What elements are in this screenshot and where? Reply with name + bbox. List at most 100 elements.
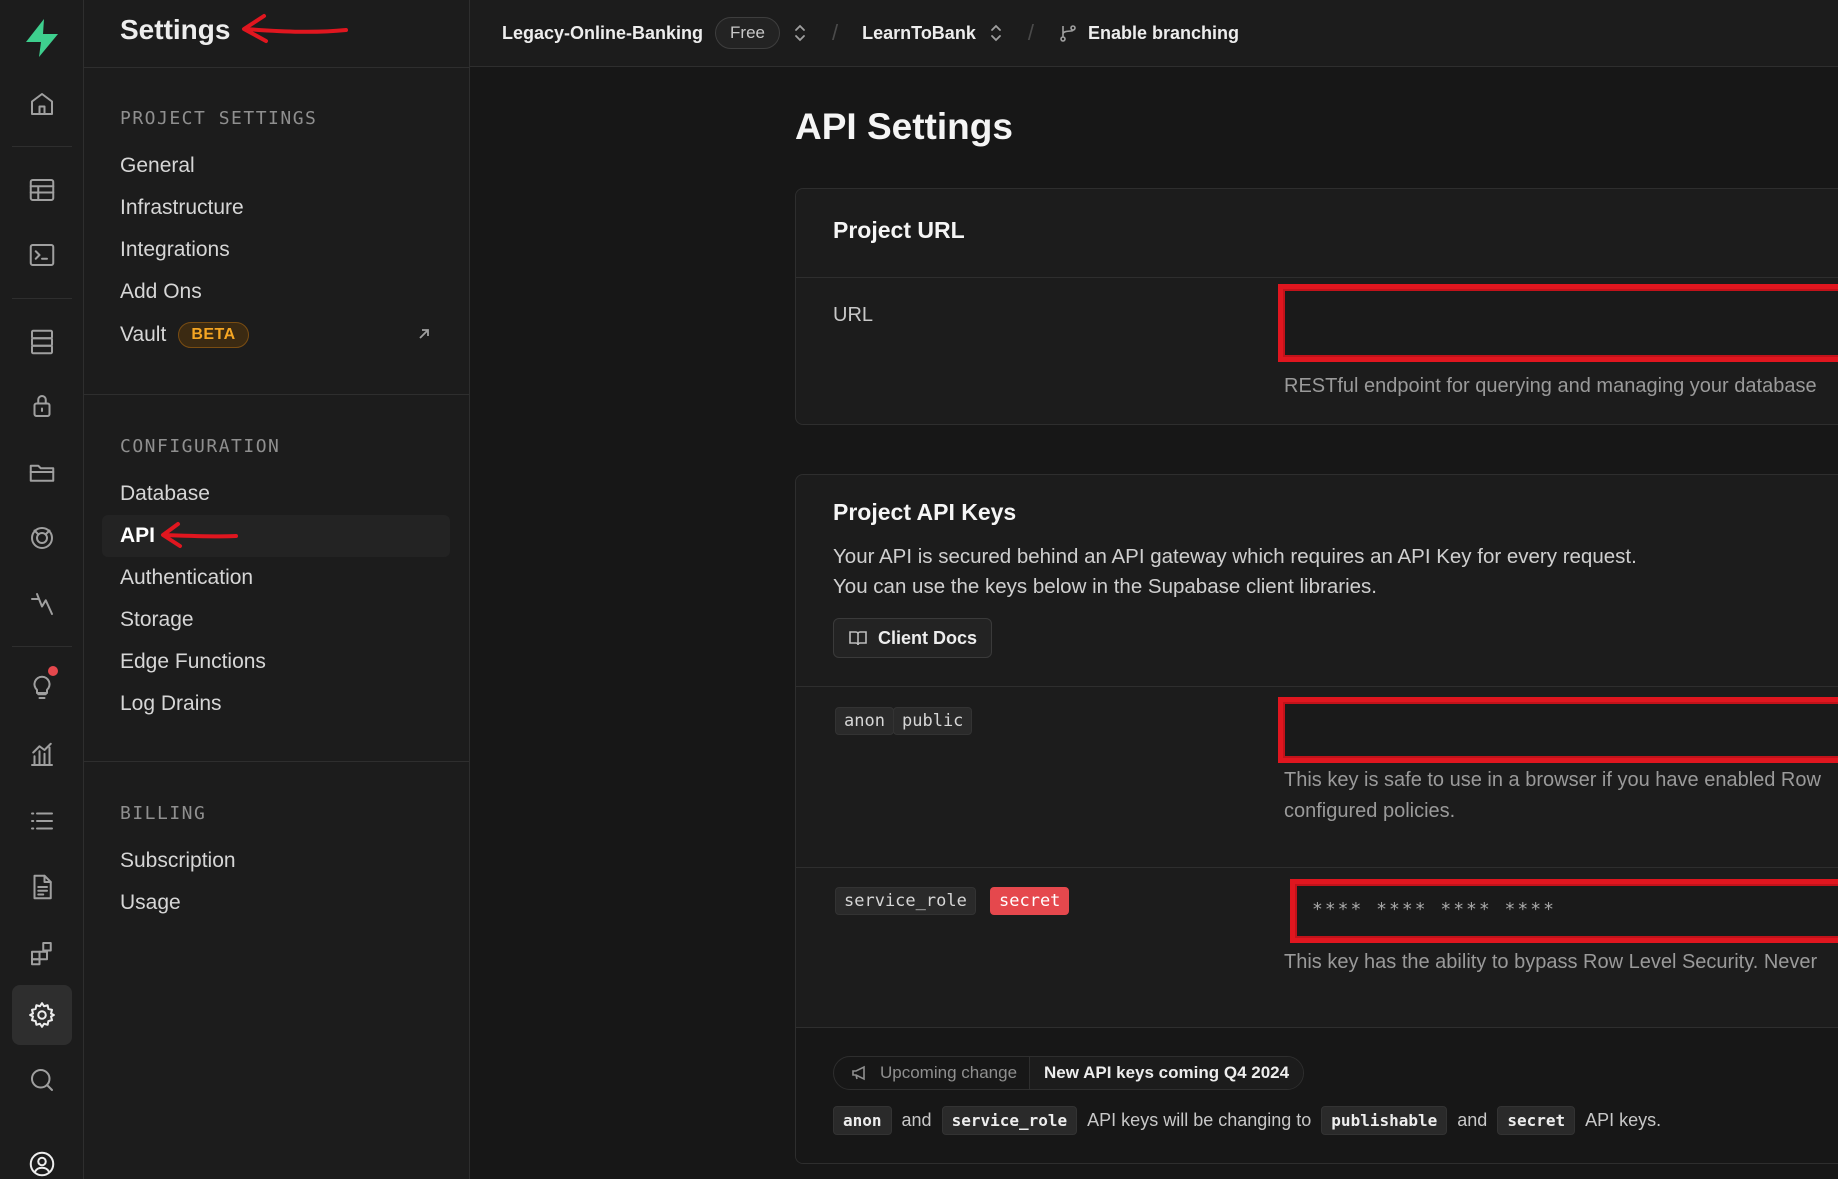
card-divider	[796, 867, 1838, 868]
plan-badge: Free	[715, 17, 781, 49]
url-help-text: RESTful endpoint for querying and managi…	[1284, 375, 1817, 397]
beta-badge: BETA	[178, 322, 249, 348]
table-editor-icon[interactable]	[12, 160, 72, 220]
sidebar-item-subscription[interactable]: Subscription	[102, 840, 450, 882]
sidebar-item-infrastructure[interactable]: Infrastructure	[102, 187, 450, 229]
enable-branching-label: Enable branching	[1087, 22, 1239, 43]
code-anon: anon	[833, 1106, 892, 1135]
sidebar-item-general[interactable]: General	[102, 145, 450, 187]
sidebar-item-integrations[interactable]: Integrations	[102, 229, 450, 271]
notice-text: anon and service_role API keys will be c…	[833, 1106, 1671, 1135]
api-keys-description-line2: You can use the keys below in the Supaba…	[833, 575, 1377, 598]
client-docs-label: Client Docs	[878, 627, 978, 648]
masked-service-role-key: **** **** **** ****	[1312, 899, 1556, 920]
code-publishable: publishable	[1321, 1106, 1448, 1135]
sidebar-item-authentication[interactable]: Authentication	[102, 557, 450, 599]
database-icon[interactable]	[12, 312, 72, 372]
icon-rail	[0, 0, 84, 1179]
sidebar-divider	[84, 761, 470, 762]
search-icon[interactable]	[12, 1050, 72, 1110]
sidebar-item-edge-functions[interactable]: Edge Functions	[102, 641, 450, 683]
sidebar-item-api[interactable]: API	[102, 515, 450, 557]
card-title: Project API Keys	[833, 499, 1017, 525]
sidebar-item-log-drains[interactable]: Log Drains	[102, 683, 450, 725]
section-heading-configuration: CONFIGURATION	[120, 436, 281, 457]
upcoming-change-label: Upcoming change	[880, 1063, 1018, 1082]
home-icon[interactable]	[12, 74, 72, 134]
project-selector[interactable]: Legacy-Online-Banking Free	[502, 17, 808, 49]
storage-icon[interactable]	[12, 442, 72, 502]
redacted-url-field[interactable]	[1278, 284, 1838, 362]
upcoming-change-notice: Upcoming change New API keys coming Q4 2…	[796, 1028, 1838, 1163]
code-service-role: service_role	[941, 1106, 1078, 1135]
main-content: API Settings Project URL URL RESTful end…	[470, 68, 1838, 1179]
notice-and: and	[901, 1110, 932, 1130]
megaphone-icon	[852, 1065, 865, 1081]
sidebar-item-vault[interactable]: Vault BETA	[102, 314, 450, 356]
api-keys-card: Project API Keys Your API is secured beh…	[795, 474, 1838, 1164]
sidebar-item-storage[interactable]: Storage	[102, 599, 450, 641]
api-docs-icon[interactable]	[12, 857, 72, 917]
external-link-icon	[419, 329, 429, 339]
client-docs-button[interactable]: Client Docs	[833, 618, 993, 658]
vault-label: Vault	[120, 323, 167, 346]
secret-tag: secret	[990, 887, 1070, 915]
sql-editor-icon[interactable]	[12, 225, 72, 285]
code-secret: secret	[1497, 1106, 1576, 1135]
notice-end: API keys.	[1585, 1110, 1662, 1130]
anon-key-help-line1: This key is safe to use in a browser if …	[1284, 769, 1821, 791]
card-divider	[796, 277, 1838, 278]
breadcrumb-separator: /	[1027, 20, 1034, 45]
service-role-tag: service_role	[835, 887, 976, 915]
settings-sidebar: Settings PROJECT SETTINGS General Infras…	[84, 0, 470, 1179]
book-icon	[849, 631, 867, 646]
new-api-keys-label: New API keys coming Q4 2024	[1029, 1057, 1304, 1089]
rail-divider	[12, 146, 72, 147]
chevron-up-down-icon	[990, 24, 1001, 42]
upcoming-change-pill: Upcoming change New API keys coming Q4 2…	[833, 1056, 1305, 1090]
sidebar-divider	[84, 394, 470, 395]
sidebar-item-add-ons[interactable]: Add Ons	[102, 271, 450, 313]
annotation-arrow-settings	[242, 14, 348, 43]
breadcrumb-separator: /	[832, 20, 839, 45]
anon-tag: anon	[835, 707, 894, 735]
sidebar-item-usage[interactable]: Usage	[102, 882, 450, 924]
logs-icon[interactable]	[12, 791, 72, 851]
realtime-icon[interactable]	[12, 508, 72, 568]
top-bar: Legacy-Online-Banking Free / LearnToBank…	[470, 0, 1838, 67]
reports-icon[interactable]	[12, 725, 72, 785]
branch-selector[interactable]: LearnToBank	[862, 22, 1004, 44]
branch-name: LearnToBank	[862, 22, 976, 43]
integrations-icon[interactable]	[12, 923, 72, 983]
card-title: Project URL	[833, 217, 965, 243]
chevron-up-down-icon	[795, 24, 805, 42]
section-heading-project-settings: PROJECT SETTINGS	[120, 108, 318, 129]
enable-branching-button[interactable]: Enable branching	[1058, 23, 1239, 44]
service-role-help-text: This key has the ability to bypass Row L…	[1284, 951, 1818, 973]
rail-divider	[12, 646, 72, 647]
annotation-arrow-api	[161, 522, 238, 548]
user-avatar-icon[interactable]	[12, 1134, 72, 1179]
supabase-logo-icon[interactable]	[20, 16, 64, 60]
notice-and: and	[1457, 1110, 1488, 1130]
redacted-anon-key-field[interactable]	[1278, 697, 1838, 763]
notice-middle: API keys will be changing to	[1087, 1110, 1312, 1130]
project-name: Legacy-Online-Banking	[502, 22, 704, 43]
advisors-icon[interactable]	[12, 658, 72, 718]
public-tag: public	[893, 707, 973, 735]
sidebar-title: Settings	[120, 14, 231, 45]
page-title: API Settings	[795, 106, 1013, 147]
project-url-card: Project URL URL RESTful endpoint for que…	[795, 188, 1838, 425]
git-branch-icon	[1060, 25, 1076, 42]
url-label: URL	[833, 304, 874, 326]
api-keys-description-line1: Your API is secured behind an API gatewa…	[833, 545, 1637, 568]
upcoming-change-label-wrap: Upcoming change	[834, 1057, 1029, 1089]
sidebar-item-database[interactable]: Database	[102, 473, 450, 515]
sidebar-divider	[84, 67, 470, 68]
notification-dot	[48, 666, 58, 676]
edge-functions-icon[interactable]	[12, 574, 72, 634]
rail-divider	[12, 298, 72, 299]
section-heading-billing: BILLING	[120, 803, 207, 824]
settings-icon[interactable]	[12, 985, 72, 1045]
auth-lock-icon[interactable]	[12, 376, 72, 436]
